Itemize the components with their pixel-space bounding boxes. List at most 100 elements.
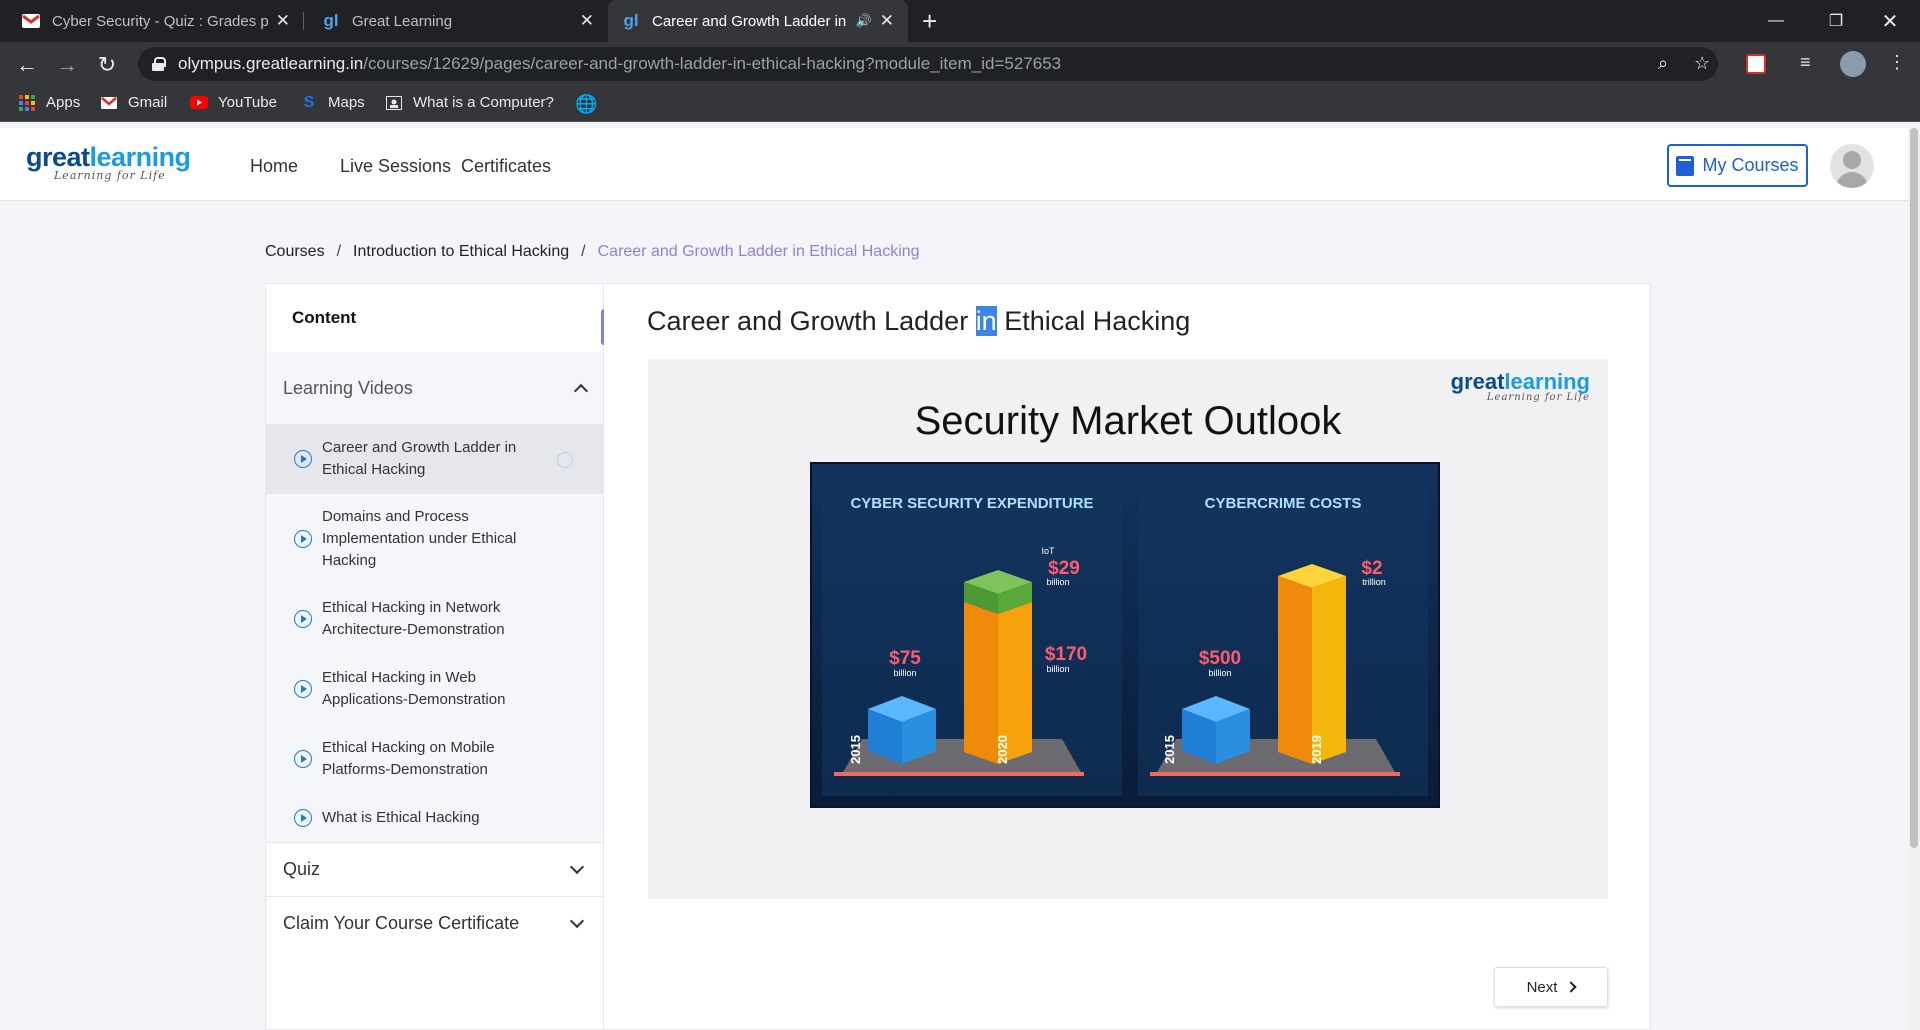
breadcrumb-separator: / [581,243,586,260]
panel-title-cybercrime: CYBERCRIME COSTS [1205,495,1362,512]
lesson-title: Ethical Hacking on Mobile Platforms-Demo… [322,739,495,778]
lesson-item[interactable]: Ethical Hacking on Mobile Platforms-Demo… [266,724,603,794]
year-label: 2020 [995,735,1010,764]
page-scrollbar[interactable] [1908,128,1920,1030]
sidebar-title: Content [292,308,357,327]
browser-tab-gmail[interactable]: Cyber Security - Quiz : Grades pu ✕ [8,0,304,42]
bookmark-youtube[interactable]: YouTube [190,94,277,111]
url-path: /courses/12629/pages/career-and-growth-l… [363,54,1062,73]
logo-word-1: great [1450,369,1505,394]
browser-tab-active[interactable]: gl Career and Growth Ladder in 🔊 ✕ [608,0,908,42]
scrollbar-thumb[interactable] [1910,128,1918,848]
unit-label: billion [1046,577,1069,587]
close-tab-icon[interactable]: ✕ [276,11,290,31]
media-control-icon[interactable]: ≡ [1800,52,1811,73]
main-content: Career and Growth Ladder in Ethical Hack… [604,283,1651,1030]
maps-icon: S [303,93,315,111]
bookmark-label: Gmail [128,94,168,111]
logo-word-2: learning [89,142,192,172]
nav-home[interactable]: Home [250,156,298,177]
section-label: Claim Your Course Certificate [283,913,520,933]
lesson-item[interactable]: What is Ethical Hacking [266,794,603,842]
bookmark-apps[interactable]: Apps [18,94,80,111]
browser-tab-great-learning[interactable]: gl Great Learning ✕ [308,0,608,42]
chevron-down-icon[interactable] [569,913,585,928]
lesson-item-active[interactable]: Career and Growth Ladder in Ethical Hack… [266,424,603,494]
tab-separator [303,12,304,30]
next-label: Next [1526,978,1558,996]
new-tab-button[interactable]: + [922,6,937,36]
greatlearning-icon: gl [623,11,639,30]
gmail-icon [100,95,118,111]
bar-2015-cybercrime [1182,696,1250,764]
breadcrumb-course[interactable]: Introduction to Ethical Hacking [353,243,569,261]
bookmark-star-icon[interactable]: ☆ [1694,53,1710,74]
breadcrumb-current: Career and Growth Ladder in Ethical Hack… [597,243,920,260]
globe-icon[interactable]: 🌐 [575,94,597,115]
my-courses-button[interactable]: My Courses [1667,144,1808,187]
reload-button[interactable]: ↻ [92,50,122,80]
unit-label: trillion [1362,577,1386,587]
close-window-button[interactable]: ✕ [1860,0,1920,42]
minimize-button[interactable]: — [1746,0,1806,42]
unit-label: billion [1046,664,1069,674]
lesson-item[interactable]: Domains and Process Implementation under… [266,494,603,584]
title-part: Ethical Hacking [996,306,1191,336]
back-button[interactable]: ← [12,50,42,80]
nav-live-sessions[interactable]: Live Sessions [340,156,451,177]
value-label: $75 [889,648,921,669]
browser-tab-bar: Cyber Security - Quiz : Grades pu ✕ gl G… [0,0,1920,42]
my-courses-label: My Courses [1702,155,1799,175]
greatlearning-logo[interactable]: greatlearning Learning for Life [26,142,191,182]
forward-button[interactable]: → [52,50,82,80]
apps-grid-icon [18,94,36,111]
lesson-item[interactable]: Ethical Hacking in Web Applications-Demo… [266,654,603,724]
lock-icon[interactable] [152,57,166,71]
bookmark-label: YouTube [218,94,277,111]
youtube-icon [190,95,208,111]
title-highlight: in [975,306,997,336]
section-quiz[interactable]: Quiz [266,842,603,896]
breadcrumb-courses[interactable]: Courses [265,243,325,261]
book-icon [1676,155,1695,176]
iot-label: IoT [1041,546,1055,556]
chevron-up-icon[interactable] [573,383,589,399]
profile-avatar[interactable] [1840,51,1866,77]
speaker-icon[interactable]: 🔊 [856,13,872,29]
chevron-down-icon[interactable] [569,859,585,874]
section-label: Learning Videos [283,377,413,398]
close-tab-icon[interactable]: ✕ [880,11,894,31]
year-label: 2015 [848,735,863,764]
year-label: 2015 [1162,735,1177,764]
bookmark-label: What is a Computer? [413,94,554,111]
play-circle-icon [294,450,312,468]
section-label: Quiz [283,859,321,879]
url-text[interactable]: olympus.greatlearning.in/courses/12629/p… [178,54,1061,74]
lesson-list: Career and Growth Ladder in Ethical Hack… [266,424,603,842]
address-bar[interactable]: olympus.greatlearning.in/courses/12629/p… [138,47,1718,81]
search-icon[interactable]: ⌕ [1658,53,1668,74]
bookmark-gmail[interactable]: Gmail [100,94,167,111]
bookmark-what-is-a-computer[interactable]: What is a Computer? [385,94,554,111]
lesson-item[interactable]: Ethical Hacking in Network Architecture-… [266,584,603,654]
menu-kebab-icon[interactable]: ⋮ [1888,52,1906,73]
tab-title: Career and Growth Ladder in [652,12,847,30]
play-circle-icon [294,530,312,548]
close-tab-icon[interactable]: ✕ [580,11,594,31]
logo-word-1: great [26,142,90,172]
next-button[interactable]: Next [1494,967,1608,1007]
video-slide[interactable]: greatlearning Learning for Life Security… [648,359,1608,899]
nav-certificates[interactable]: Certificates [461,156,551,177]
bar-2019-cybercrime [1278,564,1346,764]
value-label: $2 [1361,558,1382,579]
section-learning-videos[interactable]: Learning Videos [266,352,603,424]
section-certificate[interactable]: Claim Your Course Certificate [266,896,603,950]
greatlearning-icon: gl [323,11,339,30]
base-line-right [1150,772,1400,776]
bar-2015-expenditure [868,696,936,764]
restore-button[interactable]: ❐ [1806,0,1866,42]
base-line-left [834,772,1084,776]
user-avatar[interactable] [1830,144,1874,188]
extension-icon[interactable] [1746,54,1766,74]
bookmark-maps[interactable]: S Maps [300,93,365,112]
